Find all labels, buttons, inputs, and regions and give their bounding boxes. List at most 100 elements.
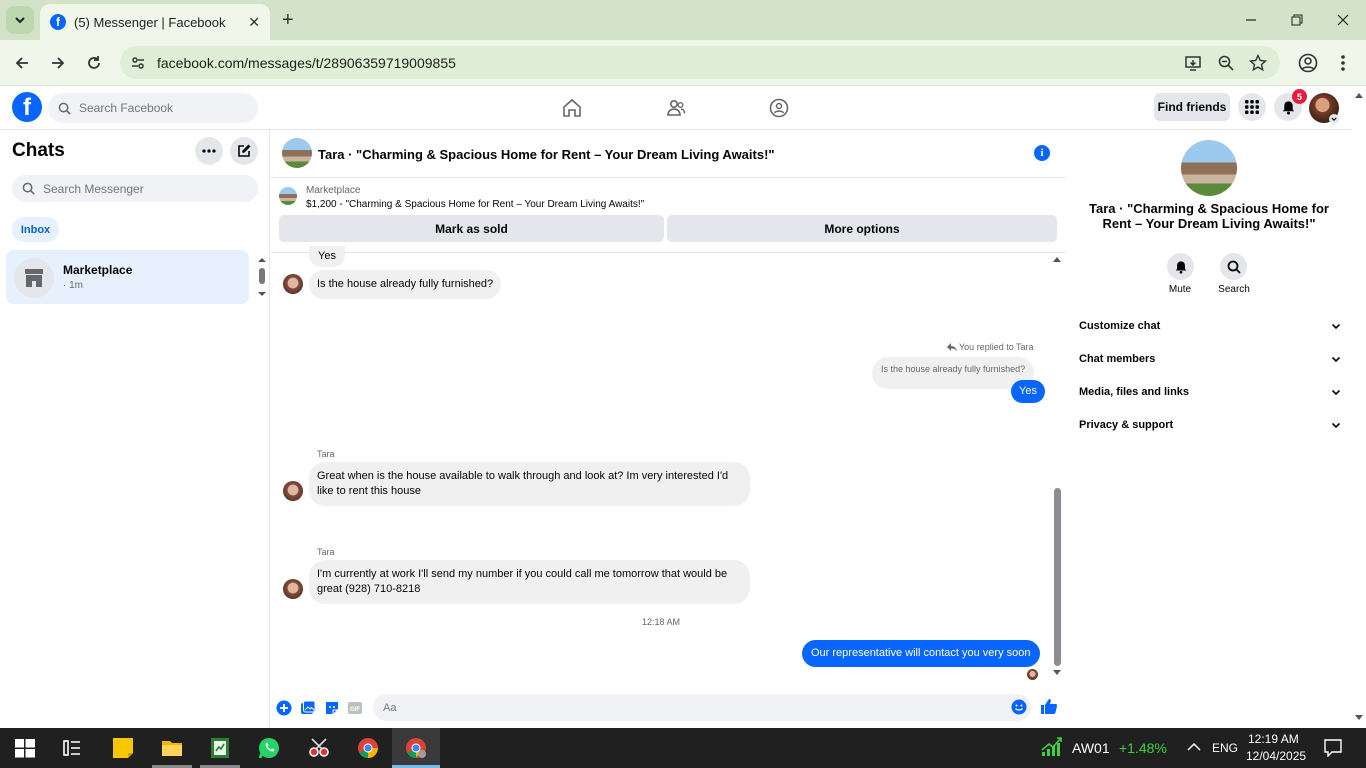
inbox-tab[interactable]: Inbox — [12, 217, 59, 242]
forward-button[interactable] — [47, 52, 69, 74]
page-scrollbar[interactable] — [1352, 86, 1366, 728]
chrome-profile-icon[interactable] — [404, 736, 428, 760]
facebook-search-input[interactable] — [79, 101, 239, 115]
chat-members-section[interactable]: Chat members — [1079, 349, 1341, 369]
stock-name[interactable]: AW01 — [1072, 740, 1110, 756]
chat-options-button[interactable] — [195, 137, 223, 165]
chat-info-avatar[interactable] — [1181, 140, 1237, 196]
marketplace-label: Marketplace — [306, 185, 361, 196]
facebook-favicon-icon: f — [50, 14, 66, 30]
compose-icon — [238, 144, 251, 157]
file-explorer-icon[interactable] — [160, 736, 184, 760]
facebook-search[interactable] — [48, 93, 258, 123]
tab-search-button[interactable] — [6, 6, 34, 34]
message-input[interactable] — [383, 701, 983, 714]
privacy-support-section[interactable]: Privacy & support — [1079, 415, 1341, 435]
listing-thumbnail[interactable] — [279, 187, 297, 205]
scroll-up-arrow-icon[interactable] — [1052, 255, 1062, 263]
whatsapp-icon[interactable] — [257, 736, 281, 760]
reload-button[interactable] — [83, 52, 105, 74]
home-icon[interactable] — [562, 98, 582, 118]
kebab-menu-icon[interactable] — [1337, 53, 1349, 73]
conversation-item[interactable]: Marketplace · 1m — [6, 250, 249, 304]
message-incoming[interactable]: I'm currently at work I'll send my numbe… — [309, 560, 750, 604]
account-chevron-icon[interactable] — [1329, 114, 1339, 124]
chevron-down-icon — [15, 17, 25, 24]
message-incoming[interactable]: Great when is the house available to wal… — [309, 462, 750, 506]
tab-close-icon[interactable]: ✕ — [248, 14, 260, 31]
messenger-search-input[interactable] — [43, 181, 203, 196]
more-options-button[interactable]: More options — [667, 215, 1057, 242]
site-info-icon[interactable] — [130, 55, 146, 71]
install-app-icon[interactable] — [1184, 54, 1202, 72]
message-input-box[interactable] — [373, 694, 1031, 721]
left-scrollbar[interactable] — [257, 255, 267, 300]
chats-panel: Chats Inbox Marketplace · 1m — [0, 130, 270, 728]
message-outgoing[interactable]: Yes — [1011, 380, 1045, 403]
sticker-icon[interactable] — [324, 700, 340, 716]
menu-button[interactable] — [1238, 93, 1266, 121]
find-friends-button[interactable]: Find friends — [1154, 93, 1230, 121]
tara-avatar[interactable] — [283, 274, 303, 294]
new-message-button[interactable] — [230, 137, 258, 165]
quoted-message[interactable]: Is the house already fully furnished? — [872, 357, 1035, 389]
scroll-down-arrow-icon[interactable] — [1354, 714, 1364, 722]
facebook-header: f Find friends — [0, 86, 1352, 130]
new-tab-button[interactable]: + — [282, 10, 294, 30]
bookmark-star-icon[interactable] — [1249, 54, 1267, 72]
chat-scrollbar-thumb[interactable] — [1054, 488, 1061, 666]
browser-tab[interactable]: f (5) Messenger | Facebook ✕ — [40, 4, 270, 40]
close-window-button[interactable] — [1320, 8, 1366, 32]
listing-description[interactable]: $1,200 - "Charming & Spacious Home for R… — [306, 199, 644, 210]
messenger-search[interactable] — [12, 175, 258, 202]
chat-info-panel: Tara · "Charming & Spacious Home for Ren… — [1067, 130, 1352, 728]
facebook-logo-icon[interactable]: f — [12, 92, 42, 122]
customize-chat-section[interactable]: Customize chat — [1079, 316, 1341, 336]
clock-date[interactable]: 12/04/2025 — [1246, 749, 1306, 763]
notification-center-icon[interactable] — [1324, 739, 1342, 757]
photo-icon[interactable] — [300, 700, 316, 716]
conversation-time: · 1m — [63, 280, 83, 291]
language-indicator[interactable]: ENG — [1212, 741, 1238, 755]
zoom-icon[interactable] — [1217, 54, 1235, 72]
mark-as-sold-button[interactable]: Mark as sold — [279, 215, 664, 242]
info-icon[interactable]: i — [1034, 145, 1050, 161]
stock-change[interactable]: +1.48% — [1119, 740, 1167, 756]
message-outgoing[interactable]: Our representative will contact you very… — [802, 640, 1040, 667]
snipping-tool-icon[interactable] — [307, 736, 331, 760]
scroll-down-arrow-icon[interactable] — [1052, 669, 1062, 677]
chat-title[interactable]: Tara · "Charming & Spacious Home for Ren… — [318, 147, 775, 162]
scroll-up-arrow-icon[interactable] — [1354, 91, 1364, 99]
groups-icon[interactable] — [769, 98, 789, 118]
browser-tab-bar: f (5) Messenger | Facebook ✕ + — [0, 0, 1366, 40]
tara-avatar[interactable] — [283, 579, 303, 599]
message-incoming[interactable]: Yes — [309, 246, 345, 267]
chevron-up-icon[interactable] — [1187, 742, 1201, 752]
minimize-button[interactable] — [1228, 8, 1274, 32]
chrome-icon[interactable] — [356, 736, 380, 760]
clock-time[interactable]: 12:19 AM — [1248, 732, 1299, 746]
windows-start-icon[interactable] — [13, 736, 37, 760]
sticky-notes-icon[interactable] — [111, 736, 135, 760]
restore-button[interactable] — [1274, 8, 1320, 32]
stock-chart-icon[interactable] — [1040, 736, 1064, 758]
restore-icon — [1291, 14, 1303, 26]
media-files-section[interactable]: Media, files and links — [1079, 382, 1341, 402]
thumbs-up-icon[interactable] — [1040, 697, 1058, 715]
plus-circle-icon[interactable] — [276, 700, 292, 716]
mute-button[interactable] — [1167, 253, 1194, 280]
chat-avatar[interactable] — [282, 138, 312, 168]
address-bar-row: facebook.com/messages/t/2890635971900985… — [0, 40, 1366, 86]
profile-icon[interactable] — [1298, 53, 1318, 73]
task-view-icon[interactable] — [60, 736, 84, 760]
search-in-chat-button[interactable] — [1220, 253, 1247, 280]
message-incoming[interactable]: Is the house already fully furnished? — [309, 270, 502, 299]
emoji-icon[interactable] — [1011, 699, 1027, 715]
spreadsheet-app-icon[interactable] — [208, 736, 232, 760]
reply-label: You replied to Tara — [959, 342, 1034, 352]
tara-avatar[interactable] — [283, 481, 303, 501]
friends-icon[interactable] — [666, 98, 686, 118]
omnibox[interactable]: facebook.com/messages/t/2890635971900985… — [120, 46, 1280, 79]
back-button[interactable] — [11, 52, 33, 74]
gif-icon[interactable]: GIF — [347, 700, 363, 716]
